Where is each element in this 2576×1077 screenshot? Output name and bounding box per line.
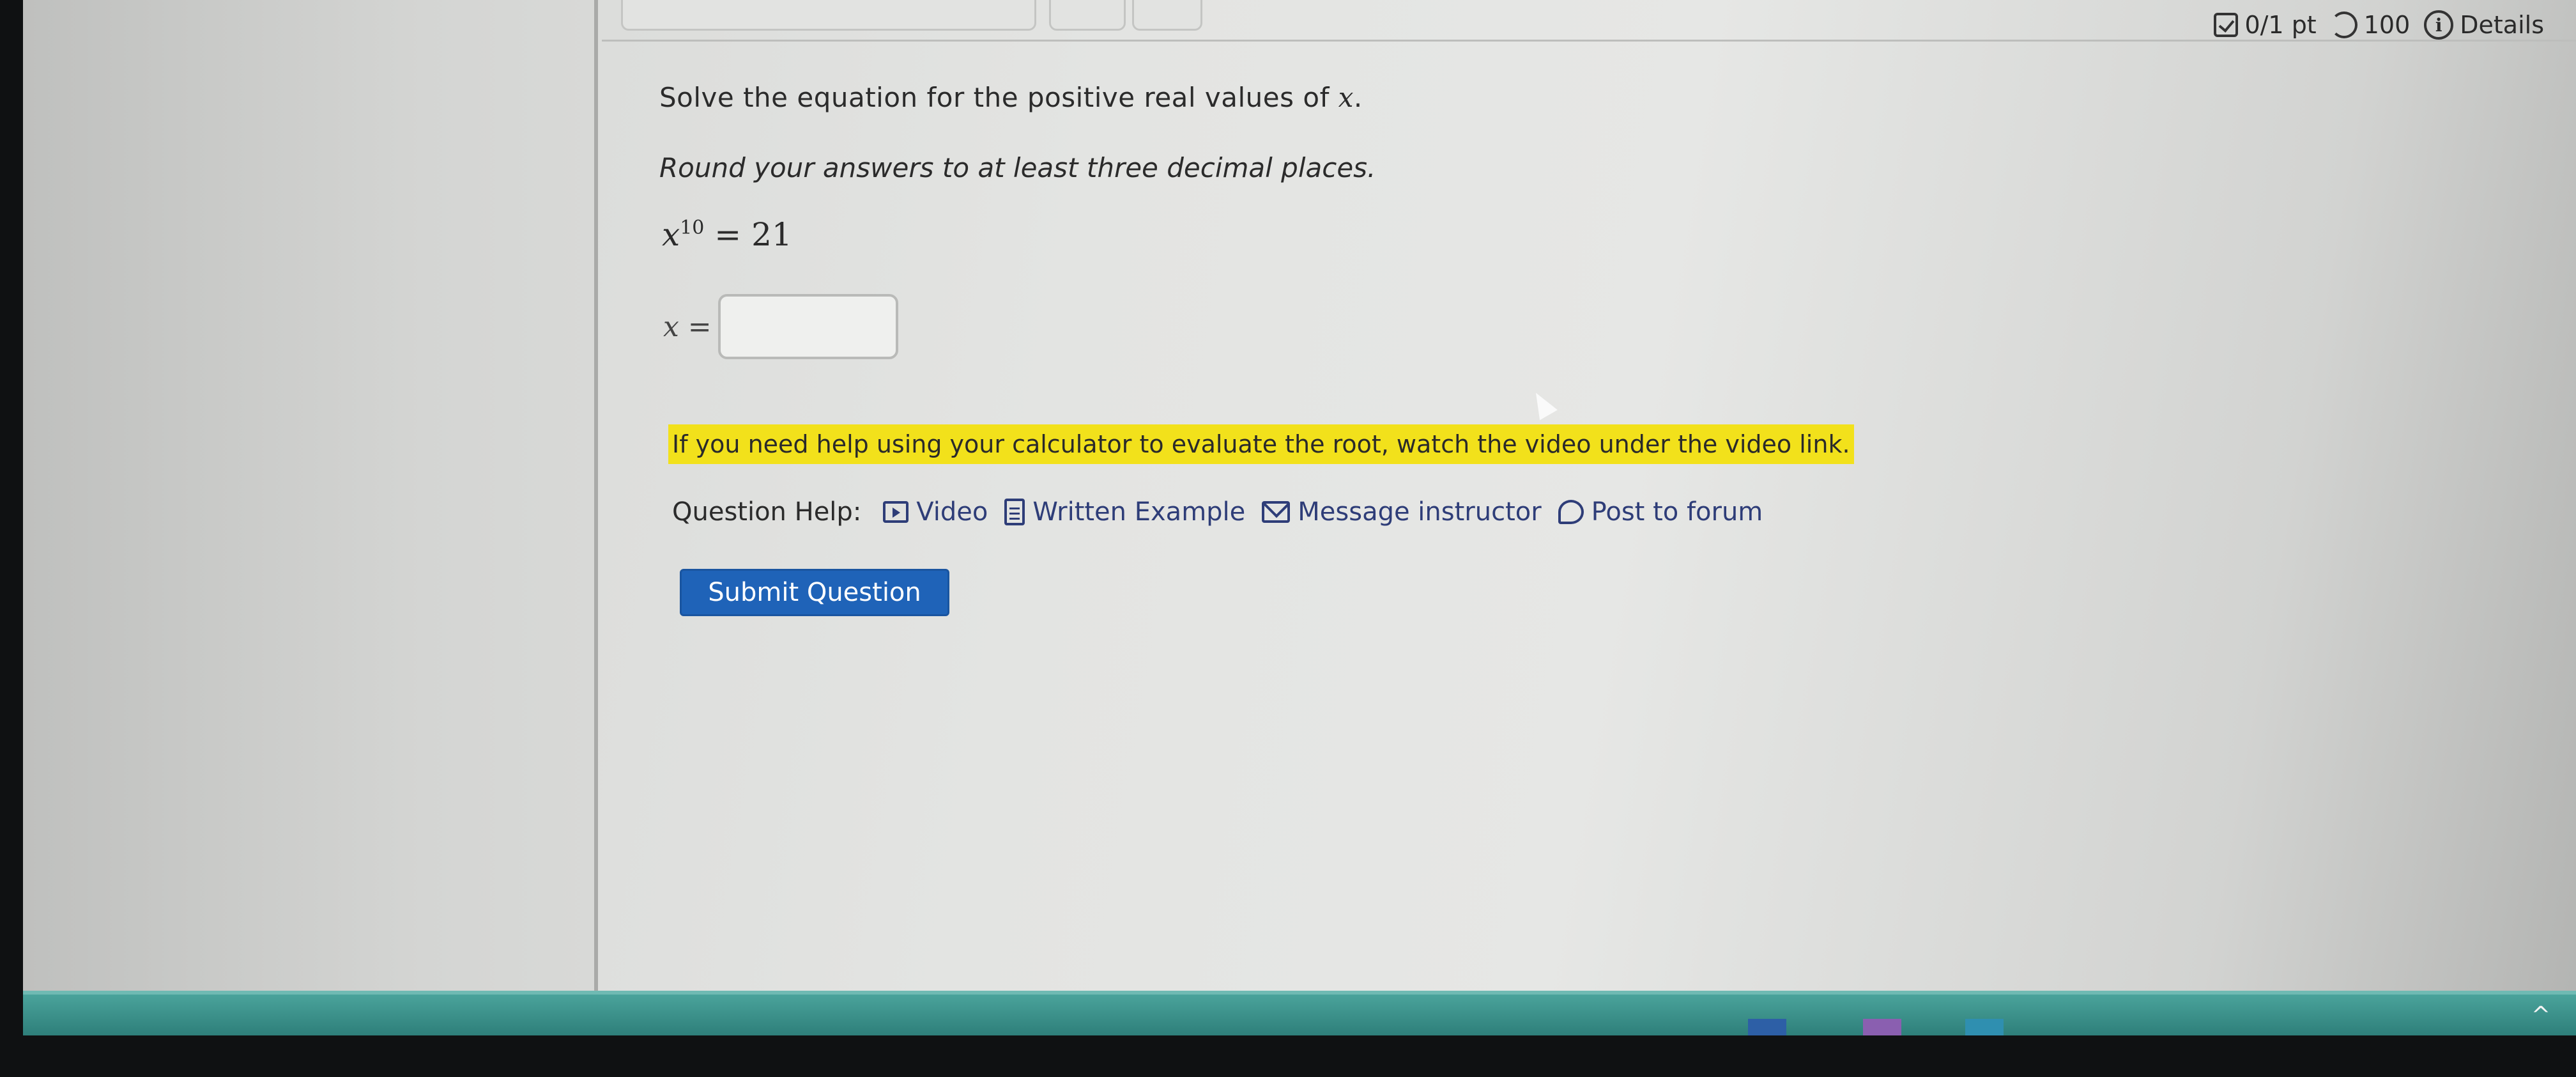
- submit-question-button[interactable]: Submit Question: [680, 569, 949, 616]
- rounding-instruction: Round your answers to at least three dec…: [659, 152, 1376, 183]
- taskbar: ^: [23, 991, 2576, 1035]
- monitor-screen: 0/1 pt 100 i Details Solve the equation …: [23, 0, 2576, 1035]
- question-content-area: 0/1 pt 100 i Details Solve the equation …: [602, 0, 2576, 1035]
- retry-icon: [2330, 12, 2358, 38]
- document-icon: [1004, 499, 1025, 525]
- question-help-label: Question Help:: [672, 497, 862, 527]
- answer-label: x =: [663, 310, 712, 343]
- question-help-bar: Question Help: Video Written Example Mes…: [672, 497, 1763, 527]
- taskbar-app-3[interactable]: [1965, 1019, 2004, 1035]
- post-to-forum-link[interactable]: Post to forum: [1558, 497, 1763, 527]
- message-instructor-label[interactable]: Message instructor: [1298, 497, 1541, 527]
- question-prompt: Solve the equation for the positive real…: [659, 82, 1363, 113]
- equation-rhs: = 21: [714, 216, 792, 253]
- points-text: 0/1 pt: [2244, 11, 2317, 39]
- attempts-text: 100: [2363, 11, 2411, 39]
- taskbar-app-1[interactable]: [1748, 1019, 1786, 1035]
- question-status-bar: 0/1 pt 100 i Details: [2214, 4, 2544, 46]
- points-status: 0/1 pt: [2214, 11, 2317, 39]
- chevron-up-icon[interactable]: ^: [2531, 1002, 2550, 1028]
- attempts-status: 100: [2330, 11, 2411, 39]
- details-label[interactable]: Details: [2460, 11, 2544, 39]
- prompt-math-variable: x: [1338, 82, 1354, 113]
- post-to-forum-label[interactable]: Post to forum: [1591, 497, 1763, 527]
- details-link[interactable]: i Details: [2424, 10, 2544, 40]
- video-link[interactable]: Video: [883, 497, 988, 527]
- answer-row: x =: [663, 294, 898, 359]
- left-sidebar-panel: [23, 0, 598, 1035]
- equation-base: x: [662, 216, 680, 253]
- video-play-icon: [883, 501, 909, 523]
- forum-bubble-icon: [1558, 500, 1584, 524]
- equation-exponent: 10: [680, 217, 705, 239]
- taskbar-app-2[interactable]: [1863, 1019, 1901, 1035]
- mail-icon: [1262, 501, 1291, 523]
- tab-stub-3[interactable]: [1132, 0, 1202, 31]
- video-link-label[interactable]: Video: [916, 497, 988, 527]
- tab-stub-1[interactable]: [621, 0, 1036, 31]
- checkbox-icon: [2214, 13, 2239, 37]
- prompt-text-before: Solve the equation for the positive real…: [659, 82, 1338, 113]
- equation: x10 = 21: [662, 216, 792, 253]
- calculator-hint: If you need help using your calculator t…: [668, 424, 1854, 464]
- written-example-link[interactable]: Written Example: [1004, 497, 1245, 527]
- message-instructor-link[interactable]: Message instructor: [1262, 497, 1542, 527]
- tab-stub-2[interactable]: [1049, 0, 1126, 31]
- written-example-label[interactable]: Written Example: [1032, 497, 1245, 527]
- prompt-text-after: .: [1353, 82, 1363, 113]
- info-icon: i: [2424, 10, 2454, 40]
- answer-input[interactable]: [717, 294, 898, 359]
